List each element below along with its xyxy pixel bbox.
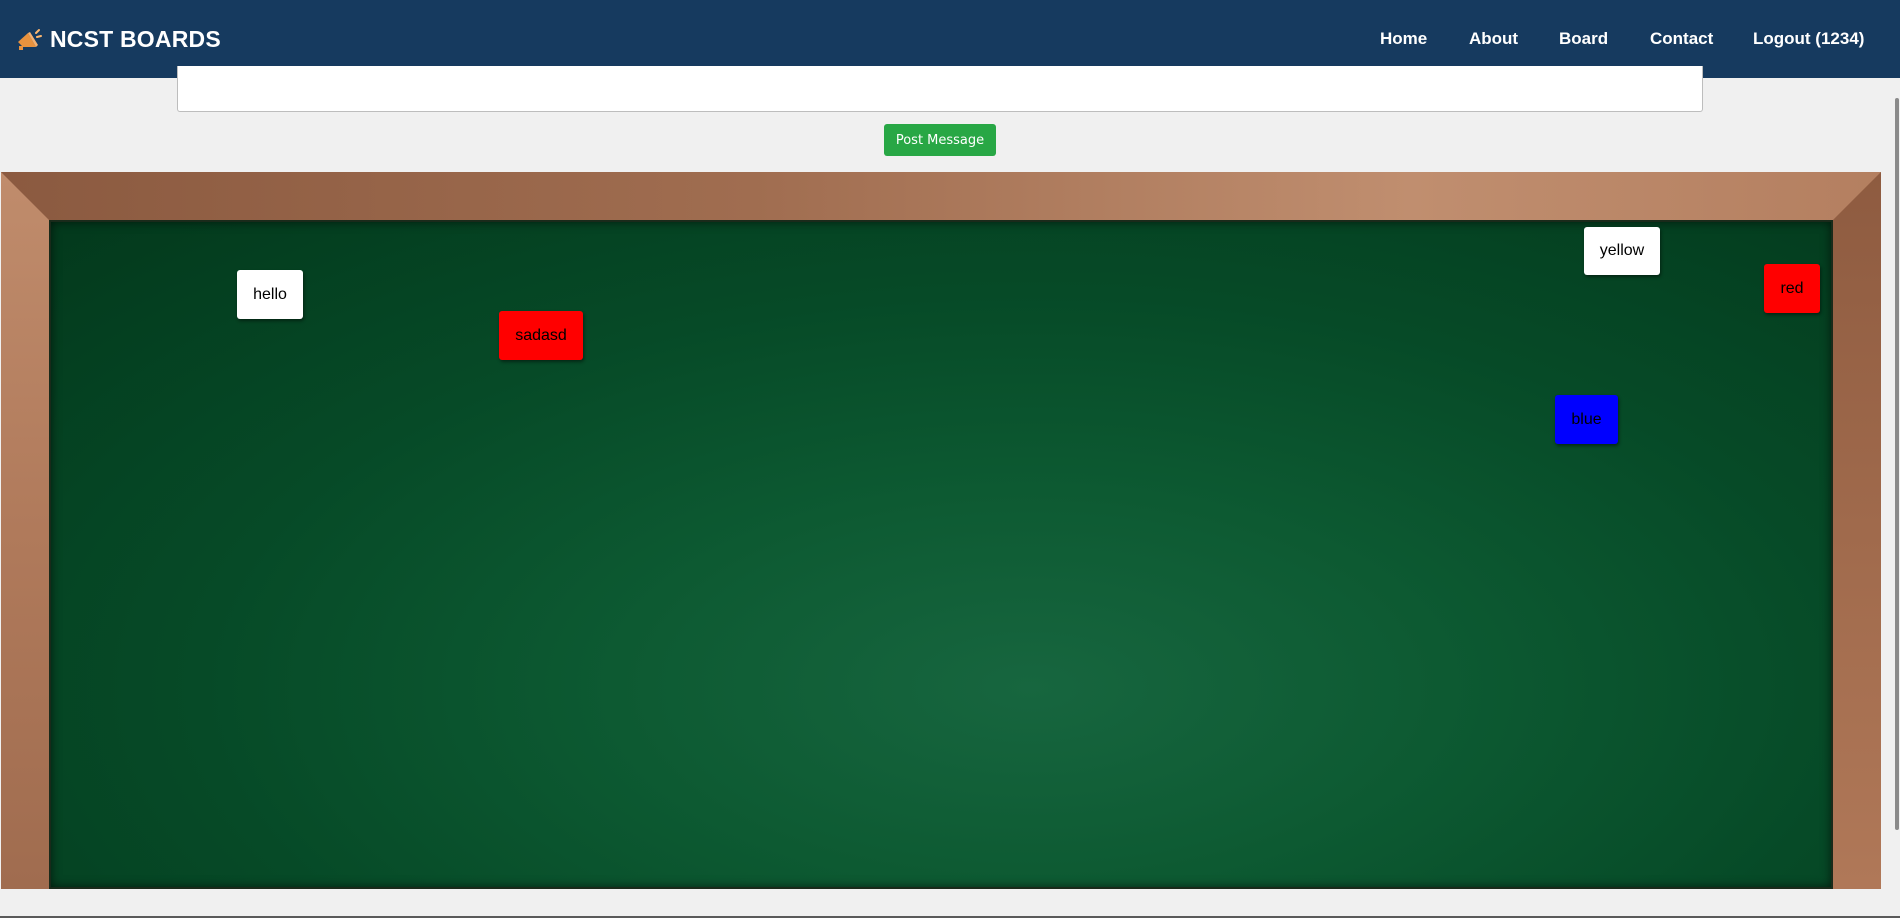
brand-name: NCST BOARDS bbox=[50, 25, 221, 52]
board-frame-right bbox=[1833, 172, 1881, 889]
board-frame-left bbox=[1, 172, 49, 889]
sticky-note[interactable]: red bbox=[1764, 264, 1820, 313]
sticky-note[interactable]: blue bbox=[1555, 395, 1618, 444]
nav-logout-link[interactable]: Logout (1234) bbox=[1753, 29, 1864, 49]
megaphone-icon bbox=[18, 29, 42, 50]
sticky-note[interactable]: yellow bbox=[1584, 227, 1660, 275]
post-message-button[interactable]: Post Message bbox=[884, 124, 996, 156]
chalkboard: hello sadasd yellow red blue bbox=[49, 220, 1833, 889]
board-frame-top bbox=[1, 172, 1881, 220]
nav-home-link[interactable]: Home bbox=[1380, 29, 1427, 49]
message-input[interactable] bbox=[177, 66, 1703, 112]
sticky-note[interactable]: sadasd bbox=[499, 311, 583, 360]
sticky-note[interactable]: hello bbox=[237, 270, 303, 319]
page-scrollbar-thumb[interactable] bbox=[1895, 98, 1899, 830]
nav-contact-link[interactable]: Contact bbox=[1650, 29, 1713, 49]
board-frame: hello sadasd yellow red blue bbox=[1, 172, 1881, 889]
nav-about-link[interactable]: About bbox=[1469, 29, 1518, 49]
nav-board-link[interactable]: Board bbox=[1559, 29, 1608, 49]
